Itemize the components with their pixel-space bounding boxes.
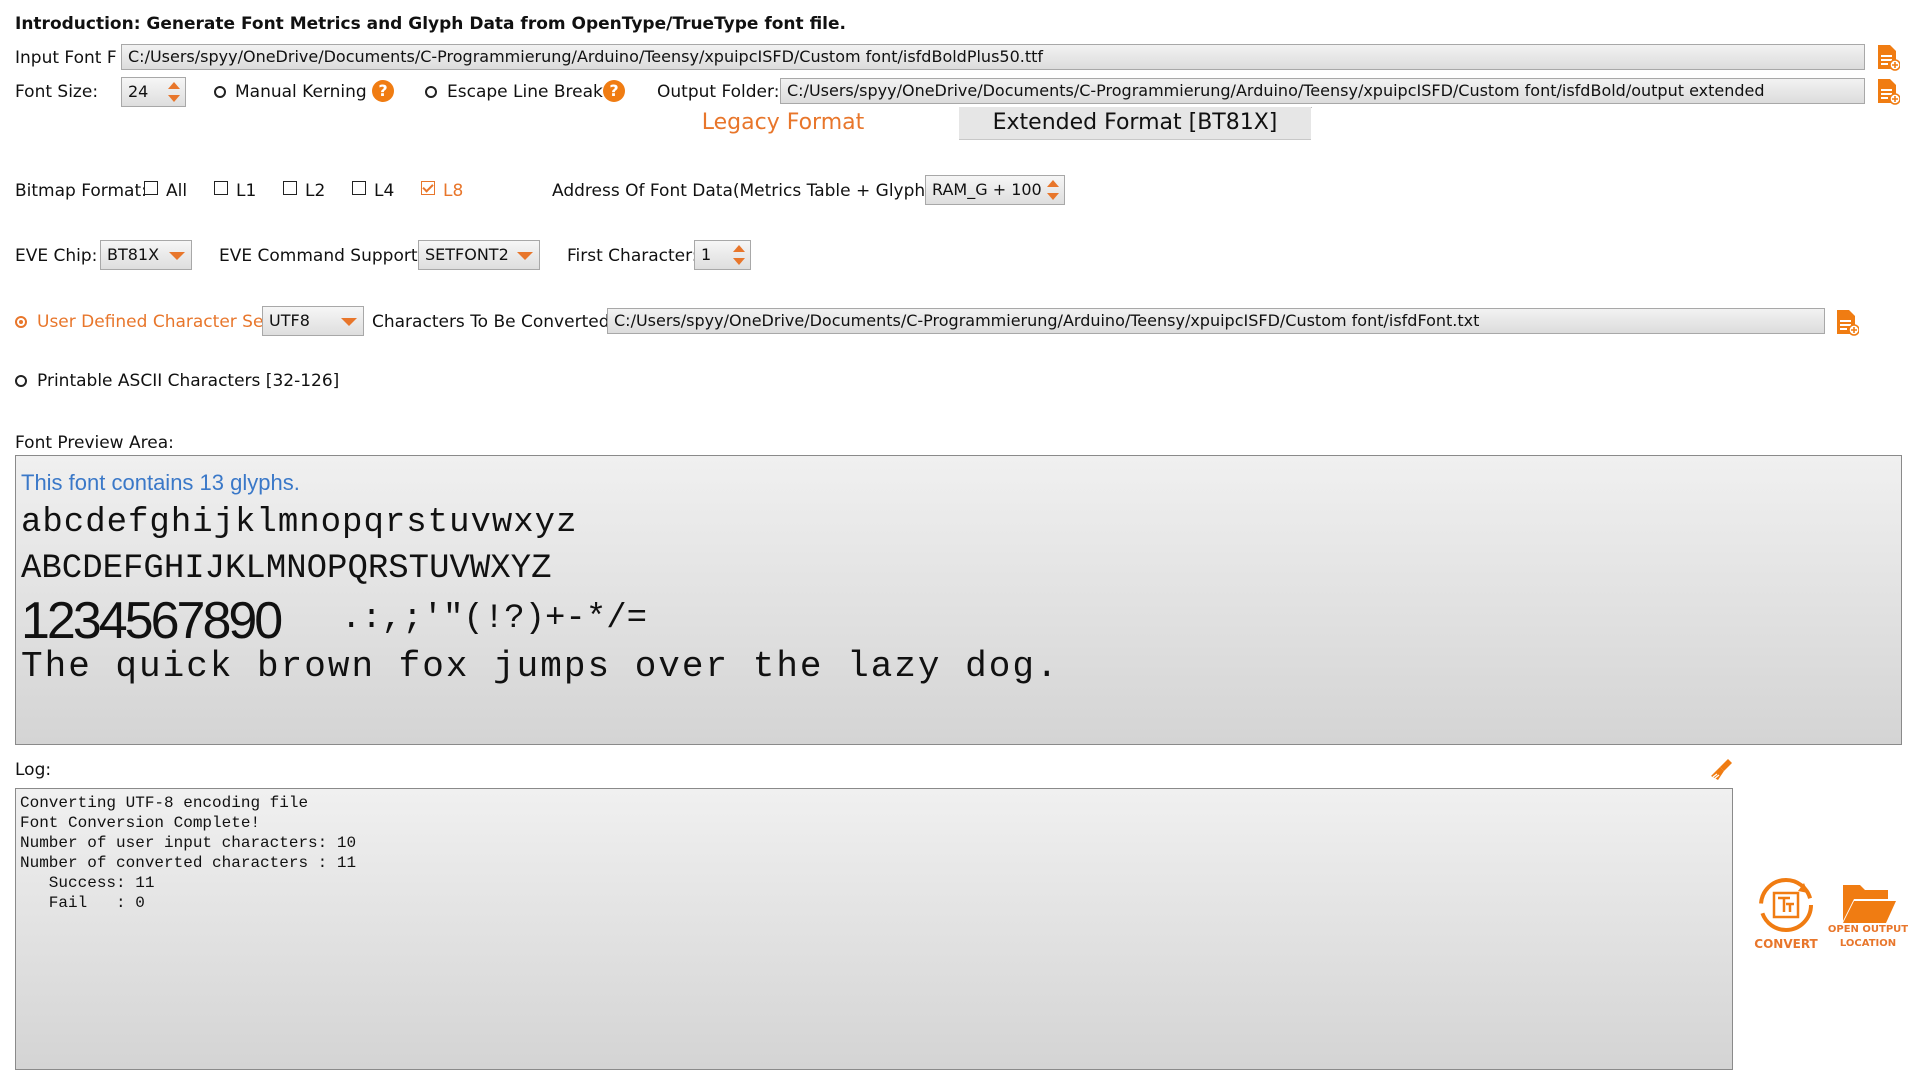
eve-command-label: EVE Command Support: <box>219 246 424 266</box>
encoding-value: UTF8 <box>269 311 310 330</box>
browse-charset-file-icon[interactable] <box>1835 308 1859 336</box>
bitmap-l2-checkbox[interactable] <box>283 181 297 195</box>
log-line: Number of converted characters : 11 <box>20 854 357 872</box>
user-defined-charset-label: User Defined Character Set: <box>37 312 276 332</box>
browse-input-font-icon[interactable] <box>1876 43 1900 71</box>
font-size-value: 24 <box>128 82 149 101</box>
bitmap-l4-label: L4 <box>374 181 395 201</box>
font-preview-label: Font Preview Area: <box>15 433 174 453</box>
user-defined-charset-radio[interactable] <box>15 316 27 328</box>
eve-chip-dropdown[interactable]: BT81X <box>100 240 192 270</box>
log-output-area: Converting UTF-8 encoding file Font Conve… <box>15 788 1733 1070</box>
open-output-label-line1: OPEN OUTPUT <box>1827 924 1909 935</box>
font-size-arrows[interactable] <box>167 80 181 104</box>
address-spinbox[interactable]: RAM_G + 100 <box>925 175 1065 205</box>
bitmap-all-label: All <box>166 181 188 201</box>
tab-legacy-format[interactable]: Legacy Format <box>607 107 959 139</box>
encoding-dropdown[interactable]: UTF8 <box>262 306 364 336</box>
eve-chip-value: BT81X <box>107 245 160 264</box>
bitmap-format-label: Bitmap Format: <box>15 181 147 201</box>
log-line: Number of user input characters: 10 <box>20 834 357 852</box>
clear-log-broom-icon[interactable] <box>1708 756 1736 784</box>
output-folder-field[interactable]: C:/Users/spyy/OneDrive/Documents/C-Progr… <box>780 78 1865 104</box>
manual-kerning-help-icon[interactable]: ? <box>372 80 394 102</box>
address-arrows[interactable] <box>1046 178 1060 202</box>
input-font-field[interactable]: C:/Users/spyy/OneDrive/Documents/C-Progr… <box>121 44 1865 70</box>
bitmap-all-checkbox[interactable] <box>144 181 158 195</box>
first-character-label: First Character: <box>567 246 698 266</box>
output-folder-label: Output Folder: <box>657 82 780 102</box>
manual-kerning-radio[interactable] <box>214 86 226 98</box>
open-output-location-button[interactable]: OPEN OUTPUT LOCATION <box>1826 875 1910 955</box>
log-line: Success: 11 <box>20 874 155 892</box>
eve-command-dropdown[interactable]: SETFONT2 <box>418 240 540 270</box>
convert-label: CONVERT <box>1754 937 1818 951</box>
convert-button[interactable]: CONVERT <box>1748 875 1824 955</box>
convert-icon <box>1759 878 1813 932</box>
preview-digits: 1234567890 <box>21 592 283 650</box>
chevron-down-icon <box>169 252 185 260</box>
log-line: Fail : 0 <box>20 894 145 912</box>
chevron-down-icon <box>341 318 357 326</box>
manual-kerning-label: Manual Kerning <box>235 82 367 102</box>
bitmap-l1-checkbox[interactable] <box>214 181 228 195</box>
preview-pangram: The quick brown fox jumps over the lazy … <box>21 646 1060 687</box>
font-size-spinbox[interactable]: 24 <box>121 77 186 107</box>
bitmap-l8-label: L8 <box>443 181 464 201</box>
address-value: RAM_G + 100 <box>932 180 1042 199</box>
log-line: Font Conversion Complete! <box>20 814 261 832</box>
eve-chip-label: EVE Chip: <box>15 246 98 266</box>
preview-lowercase: abcdefghijklmnopqrstuvwxyz <box>21 504 578 542</box>
font-preview-area: This font contains 13 glyphs. abcdefghij… <box>15 455 1902 745</box>
first-character-arrows[interactable] <box>732 243 746 267</box>
first-character-spinbox[interactable]: 1 <box>694 240 751 270</box>
preview-symbols: .:,;'"(!?)+-*/= <box>341 600 648 638</box>
log-line: Converting UTF-8 encoding file <box>20 794 309 812</box>
characters-to-convert-label: Characters To Be Converted: <box>372 312 616 332</box>
open-output-location-label: OPEN OUTPUT LOCATION <box>1826 923 1910 951</box>
bitmap-l2-label: L2 <box>305 181 326 201</box>
font-size-label: Font Size: <box>15 82 99 102</box>
chevron-down-icon <box>517 252 533 260</box>
bitmap-l8-checkbox[interactable] <box>421 181 435 195</box>
preview-glyph-count: This font contains 13 glyphs. <box>21 470 300 495</box>
bitmap-l4-checkbox[interactable] <box>352 181 366 195</box>
log-label: Log: <box>15 760 52 780</box>
eve-command-value: SETFONT2 <box>425 245 509 264</box>
browse-output-folder-icon[interactable] <box>1876 77 1900 105</box>
address-label: Address Of Font Data(Metrics Table + Gly… <box>552 181 938 201</box>
characters-to-convert-field[interactable]: C:/Users/spyy/OneDrive/Documents/C-Progr… <box>607 308 1825 334</box>
bitmap-l1-label: L1 <box>236 181 257 201</box>
printable-ascii-radio[interactable] <box>15 375 27 387</box>
preview-uppercase: ABCDEFGHIJKLMNOPQRSTUVWXYZ <box>21 550 552 588</box>
first-character-value: 1 <box>701 245 712 264</box>
escape-line-break-help-icon[interactable]: ? <box>603 80 625 102</box>
open-output-label-line2: LOCATION <box>1839 938 1897 949</box>
printable-ascii-label: Printable ASCII Characters [32-126] <box>37 371 340 391</box>
tab-extended-format[interactable]: Extended Format [BT81X] <box>959 107 1311 140</box>
input-font-label: Input Font F <box>15 48 117 68</box>
escape-line-break-radio[interactable] <box>425 86 437 98</box>
folder-open-icon <box>1843 885 1896 923</box>
escape-line-break-label: Escape Line Break <box>447 82 603 102</box>
intro-text: Introduction: Generate Font Metrics and … <box>15 14 846 34</box>
